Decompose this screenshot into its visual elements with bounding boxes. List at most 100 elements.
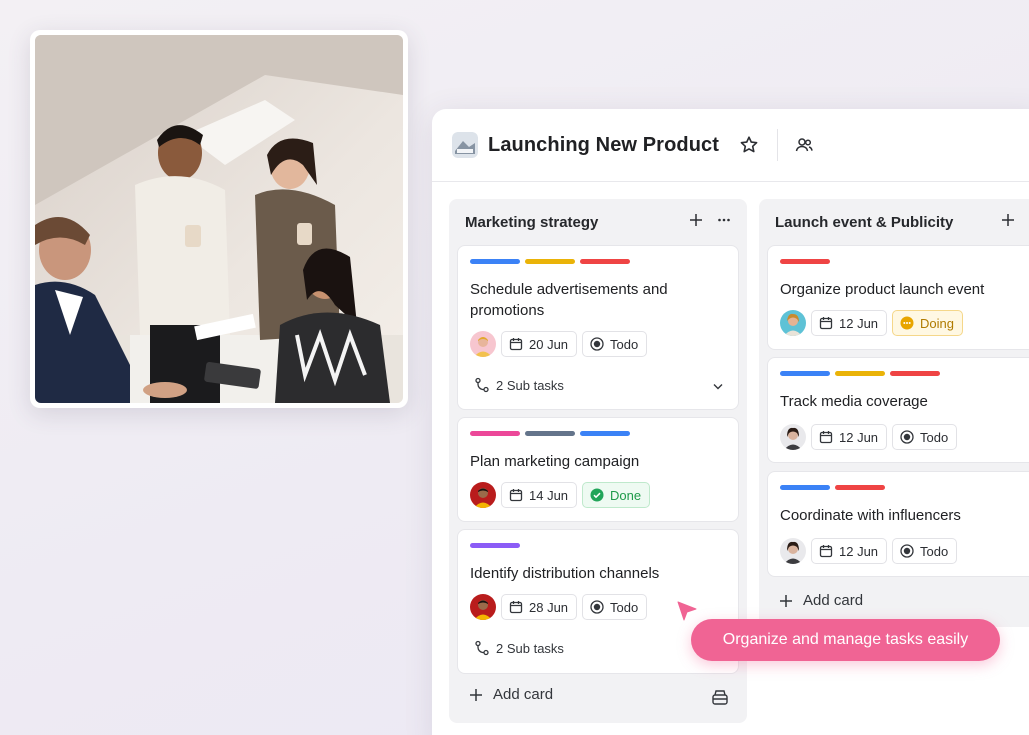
team-photo-frame bbox=[30, 30, 408, 408]
check-circle-icon bbox=[590, 488, 604, 502]
due-date-chip[interactable]: 28 Jun bbox=[501, 594, 578, 620]
card-meta: 14 Jun Done bbox=[470, 482, 651, 508]
todo-status-icon bbox=[900, 430, 914, 444]
subtasks-label: 2 Sub tasks bbox=[496, 377, 564, 393]
status-chip[interactable]: Done bbox=[582, 482, 651, 508]
task-card[interactable]: Coordinate with influencers 12 Jun Todo bbox=[767, 471, 1029, 577]
members-icon[interactable] bbox=[790, 131, 818, 159]
subtasks-toggle[interactable]: 2 Sub tasks bbox=[474, 640, 564, 656]
due-date-chip[interactable]: 12 Jun bbox=[811, 424, 888, 450]
avatar[interactable] bbox=[780, 310, 806, 336]
label-tag bbox=[580, 431, 630, 436]
feature-toast: Organize and manage tasks easily bbox=[691, 619, 1000, 661]
task-card[interactable]: Organize product launch event 12 Jun Doi… bbox=[767, 245, 1029, 350]
chevron-down-icon[interactable] bbox=[712, 379, 724, 397]
label-tags bbox=[780, 259, 830, 264]
star-icon[interactable] bbox=[735, 131, 763, 159]
status-chip[interactable]: Todo bbox=[582, 594, 648, 620]
status-chip[interactable]: Doing bbox=[892, 310, 964, 336]
subtasks-icon bbox=[475, 377, 489, 393]
label-tag bbox=[835, 485, 885, 490]
due-date-chip[interactable]: 12 Jun bbox=[811, 310, 888, 336]
card-meta: 12 Jun Todo bbox=[780, 538, 958, 564]
calendar-icon bbox=[509, 338, 523, 351]
status-label: Todo bbox=[920, 543, 949, 559]
label-tags bbox=[470, 259, 630, 264]
due-date: 12 Jun bbox=[839, 315, 879, 331]
card-title: Organize product launch event bbox=[780, 281, 985, 298]
subtasks-icon bbox=[475, 640, 489, 656]
add-card-label: Add card bbox=[493, 686, 554, 703]
board-header: Launching New Product bbox=[432, 109, 1029, 182]
column-header: Marketing strategy bbox=[449, 199, 747, 245]
column-header: Launch event & Publicity bbox=[759, 199, 1029, 245]
status-label: Todo bbox=[610, 336, 639, 352]
more-options-icon[interactable] bbox=[717, 213, 731, 232]
avatar[interactable] bbox=[780, 424, 806, 450]
add-card-button[interactable]: Add card bbox=[469, 686, 553, 703]
label-tag bbox=[890, 371, 940, 376]
avatar[interactable] bbox=[780, 538, 806, 564]
label-tag bbox=[835, 371, 885, 376]
label-tag bbox=[525, 431, 575, 436]
calendar-icon bbox=[509, 489, 523, 502]
avatar[interactable] bbox=[470, 482, 496, 508]
card-title: Plan marketing campaign bbox=[470, 453, 640, 470]
todo-status-icon bbox=[590, 337, 604, 351]
label-tags bbox=[780, 371, 940, 376]
status-chip[interactable]: Todo bbox=[892, 424, 958, 450]
card-title: Coordinate with influencers bbox=[780, 507, 961, 524]
card-title: Schedule advertisements and promotions bbox=[470, 281, 668, 319]
column-title: Launch event & Publicity bbox=[775, 213, 954, 231]
add-icon[interactable] bbox=[1001, 213, 1015, 232]
header-divider bbox=[777, 129, 778, 161]
due-date-chip[interactable]: 14 Jun bbox=[501, 482, 578, 508]
archive-icon[interactable] bbox=[711, 688, 729, 711]
status-label: Todo bbox=[610, 599, 639, 615]
cursor-pointer-icon bbox=[677, 601, 697, 621]
add-icon[interactable] bbox=[689, 213, 703, 232]
status-chip[interactable]: Todo bbox=[582, 331, 648, 357]
due-date-chip[interactable]: 20 Jun bbox=[501, 331, 578, 357]
label-tag bbox=[780, 259, 830, 264]
task-card[interactable]: Plan marketing campaign 14 Jun Done bbox=[457, 417, 739, 522]
status-label: Doing bbox=[920, 315, 955, 331]
due-date: 14 Jun bbox=[529, 487, 569, 503]
due-date-chip[interactable]: 12 Jun bbox=[811, 538, 888, 564]
status-label: Todo bbox=[920, 429, 949, 445]
label-tag bbox=[580, 259, 630, 264]
due-date: 20 Jun bbox=[529, 336, 569, 352]
project-thumbnail-icon bbox=[452, 132, 478, 158]
calendar-icon bbox=[819, 431, 833, 444]
card-title: Identify distribution channels bbox=[470, 565, 660, 582]
toast-text: Organize and manage tasks easily bbox=[722, 631, 969, 648]
subtasks-toggle[interactable]: 2 Sub tasks bbox=[474, 377, 564, 393]
card-meta: 28 Jun Todo bbox=[470, 594, 648, 620]
column-launch-event: Launch event & Publicity Organize produc… bbox=[759, 199, 1029, 627]
calendar-icon bbox=[819, 317, 833, 330]
avatar[interactable] bbox=[470, 331, 496, 357]
label-tag bbox=[780, 485, 830, 490]
status-chip[interactable]: Todo bbox=[892, 538, 958, 564]
label-tag bbox=[470, 431, 520, 436]
plus-icon bbox=[780, 594, 792, 607]
due-date: 12 Jun bbox=[839, 429, 879, 445]
avatar[interactable] bbox=[470, 594, 496, 620]
label-tag bbox=[470, 543, 520, 548]
team-photo bbox=[35, 35, 403, 403]
board-title: Launching New Product bbox=[488, 133, 719, 156]
label-tags bbox=[780, 485, 885, 490]
todo-status-icon bbox=[590, 600, 604, 614]
add-card-button[interactable]: Add card bbox=[779, 592, 863, 609]
card-meta: 12 Jun Todo bbox=[780, 424, 958, 450]
card-meta: 20 Jun Todo bbox=[470, 331, 648, 357]
column-title: Marketing strategy bbox=[465, 213, 599, 231]
task-card[interactable]: Track media coverage 12 Jun Todo bbox=[767, 357, 1029, 463]
card-title: Track media coverage bbox=[780, 393, 928, 410]
task-card[interactable]: Schedule advertisements and promotions 2… bbox=[457, 245, 739, 410]
due-date: 12 Jun bbox=[839, 543, 879, 559]
calendar-icon bbox=[819, 545, 833, 558]
status-label: Done bbox=[610, 487, 642, 503]
add-card-label: Add card bbox=[803, 592, 864, 609]
card-meta: 12 Jun Doing bbox=[780, 310, 964, 336]
